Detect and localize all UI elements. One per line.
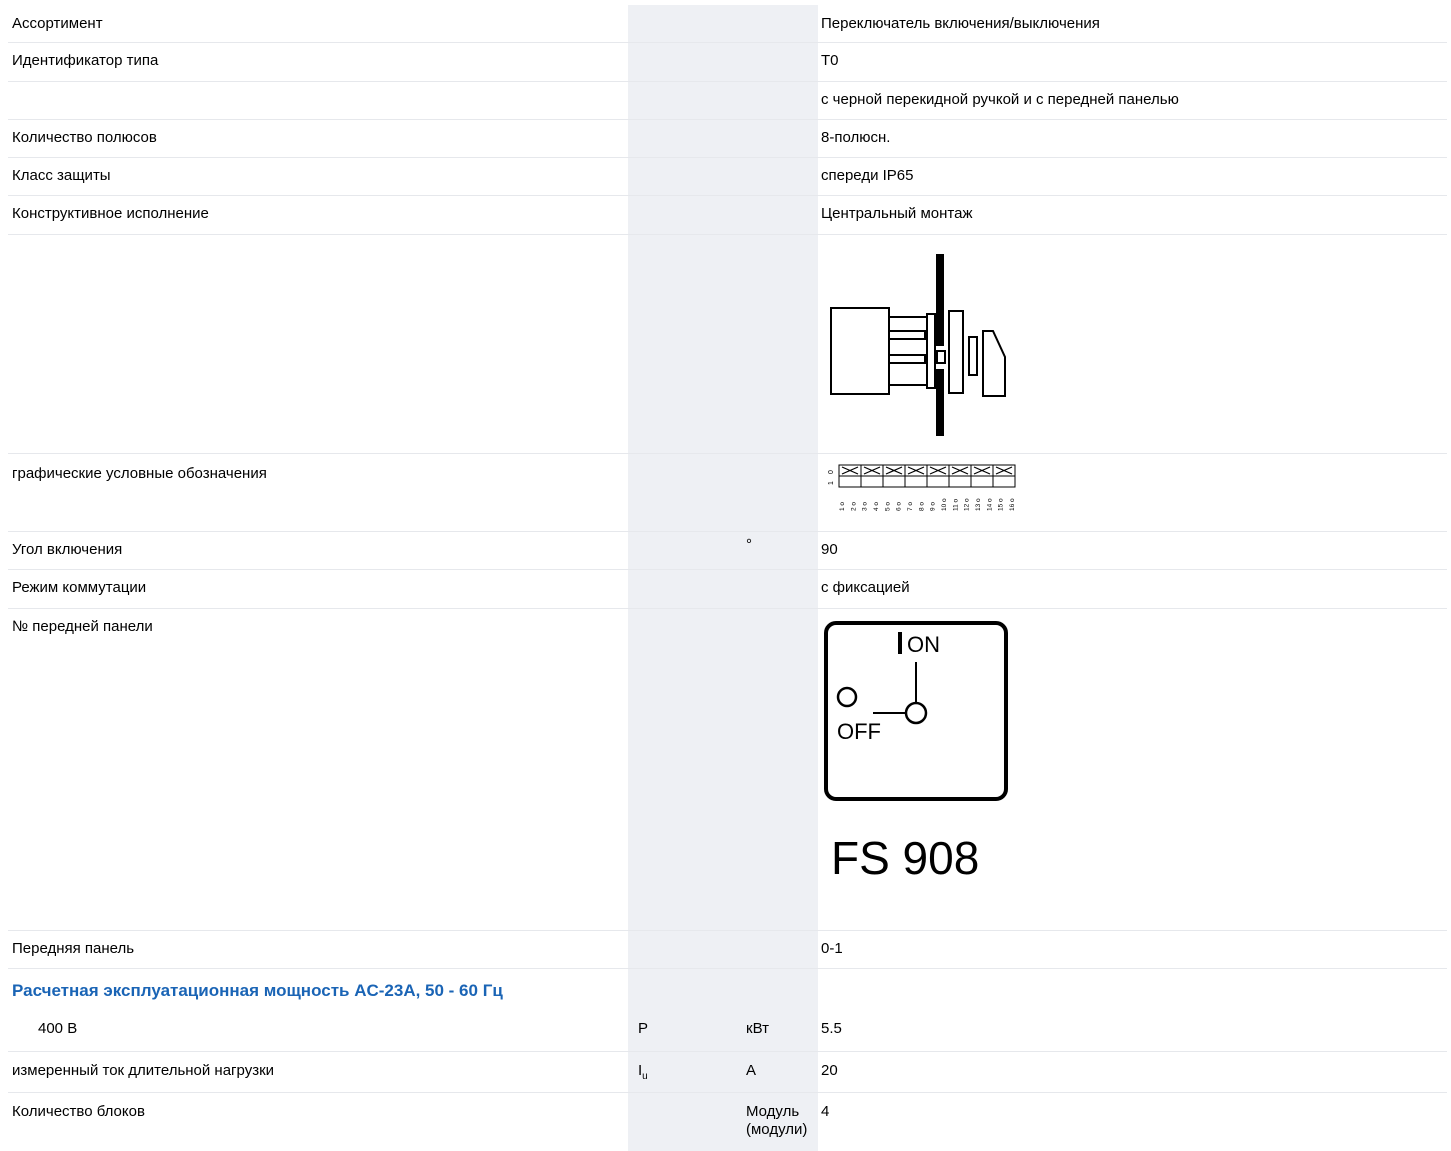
row-blocks: Количество блоков Модуль (модули) 4 bbox=[8, 1093, 1447, 1151]
contact-diagram: 011 o2 o3 o4 o5 o6 o7 o8 o9 o 10 o 11 o 12 … bbox=[828, 464, 1016, 511]
front-plate-drawing: ON OFF FS 908 bbox=[824, 621, 1008, 884]
contact-number-label: 5 o bbox=[884, 502, 891, 511]
row-value: 20 bbox=[821, 1062, 838, 1079]
contact-number-label: 11 o bbox=[952, 498, 959, 511]
row-unit: ° bbox=[746, 536, 752, 553]
row-angle: Угол включения ° 90 bbox=[8, 532, 1447, 570]
contact-number-label: 10 o bbox=[941, 498, 948, 511]
row-front-plate: Передняя панель 0-1 bbox=[8, 931, 1447, 969]
row-label: Класс защиты bbox=[12, 167, 111, 184]
row-label: Режим коммутации bbox=[12, 579, 147, 596]
row-value: 0-1 bbox=[821, 940, 843, 957]
spec-sheet: Ассортимент Переключатель включения/выкл… bbox=[8, 0, 1447, 1151]
row-unit: кВт bbox=[746, 1020, 769, 1037]
row-label: Идентификатор типа bbox=[12, 52, 159, 69]
contact-number-label: 7 o bbox=[907, 502, 914, 511]
row-label: графические условные обозначения bbox=[12, 465, 267, 482]
row-label: Количество блоков bbox=[12, 1103, 145, 1120]
section-title: Расчетная эксплуатационная мощность AC-2… bbox=[12, 981, 503, 1000]
contact-number-label: 9 o bbox=[930, 502, 937, 511]
row-symbol: Iu bbox=[638, 1062, 648, 1082]
row-value: 5.5 bbox=[821, 1020, 842, 1037]
row-label: Ассортимент bbox=[12, 15, 103, 32]
row-construction: Конструктивное исполнение Центральный мо… bbox=[8, 196, 1447, 235]
row-assortment: Ассортимент Переключатель включения/выкл… bbox=[8, 5, 1447, 43]
row-front-plate-no: № передней панели ON OFF FS 908 bbox=[8, 609, 1447, 931]
row-value: 8-полюсн. bbox=[821, 129, 891, 146]
row-label: Конструктивное исполнение bbox=[12, 205, 209, 222]
row-unit: Модуль (модули) bbox=[746, 1103, 808, 1138]
row-switch-drawing bbox=[8, 235, 1447, 454]
row-symbol: P bbox=[638, 1020, 649, 1037]
row-type-id: Идентификатор типа T0 bbox=[8, 43, 1447, 82]
plate-code: FS 908 bbox=[831, 832, 979, 884]
switch-side-view-drawing bbox=[830, 254, 1006, 436]
row-value: с черной перекидной ручкой и с передней … bbox=[821, 91, 1179, 108]
row-value: 4 bbox=[821, 1103, 830, 1120]
position-label: 0 bbox=[828, 470, 835, 474]
contact-number-label: 13 o bbox=[975, 498, 982, 511]
row-label: Передняя панель bbox=[12, 940, 135, 957]
row-value: с фиксацией bbox=[821, 579, 910, 596]
contact-number-label: 1 o bbox=[839, 502, 846, 511]
row-symbols: графические условные обозначения 011 o2 … bbox=[8, 454, 1447, 532]
position-label: 1 bbox=[828, 481, 835, 485]
row-mode: Режим коммутации с фиксацией bbox=[8, 570, 1447, 609]
contact-number-label: 12 o bbox=[964, 498, 971, 511]
symbol-subscript: u bbox=[642, 1071, 648, 1082]
row-value: T0 bbox=[821, 52, 839, 69]
row-label: измеренный ток длительной нагрузки bbox=[12, 1062, 275, 1079]
contact-number-label: 14 o bbox=[986, 498, 993, 511]
on-label: ON bbox=[907, 632, 940, 657]
row-value: Переключатель включения/выключения bbox=[821, 15, 1100, 32]
row-label: Угол включения bbox=[12, 541, 123, 558]
row-label: № передней панели bbox=[12, 618, 153, 635]
contact-number-label: 4 o bbox=[873, 502, 880, 511]
contact-number-label: 16 o bbox=[1009, 498, 1016, 511]
contact-number-label: 8 o bbox=[918, 502, 925, 511]
row-value: спереди IP65 bbox=[821, 167, 914, 184]
row-poles: Количество полюсов 8-полюсн. bbox=[8, 120, 1447, 158]
row-power-400: 400 В P кВт 5.5 bbox=[8, 1014, 1447, 1052]
row-unit: A bbox=[746, 1062, 757, 1079]
contact-number-label: 6 o bbox=[896, 502, 903, 511]
row-handle: с черной перекидной ручкой и с передней … bbox=[8, 82, 1447, 120]
contact-number-label: 15 o bbox=[998, 498, 1005, 511]
row-current: измеренный ток длительной нагрузки Iu A … bbox=[8, 1052, 1447, 1093]
off-label: OFF bbox=[837, 719, 881, 744]
row-label: 400 В bbox=[38, 1020, 78, 1037]
contact-number-label: 2 o bbox=[850, 502, 857, 511]
section-header: Расчетная эксплуатационная мощность AC-2… bbox=[8, 969, 1447, 1013]
row-value: 90 bbox=[821, 541, 838, 558]
contact-number-label: 3 o bbox=[862, 502, 869, 511]
row-protection: Класс защиты спереди IP65 bbox=[8, 158, 1447, 196]
row-label: Количество полюсов bbox=[12, 129, 157, 146]
row-value: Центральный монтаж bbox=[821, 205, 973, 222]
